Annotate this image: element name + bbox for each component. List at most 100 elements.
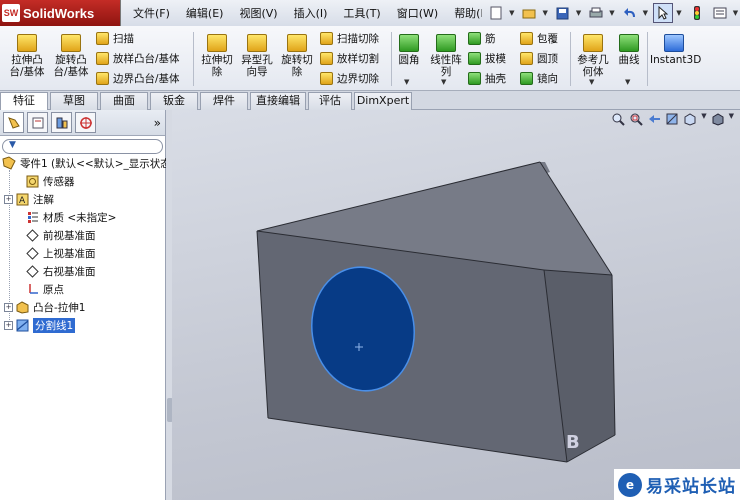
loft-icon bbox=[96, 52, 109, 65]
tab-weldments[interactable]: 焊件 bbox=[200, 92, 248, 110]
revolve-cut-label: 旋转切 除 bbox=[281, 54, 313, 78]
tab-evaluate[interactable]: 评估 bbox=[308, 92, 352, 110]
chevron-down-icon[interactable]: ▼ bbox=[733, 9, 740, 17]
boundary-boss-button[interactable]: 边界凸台/基体 bbox=[96, 71, 180, 86]
linear-pattern-icon bbox=[436, 34, 456, 52]
expand-icon[interactable]: + bbox=[4, 194, 13, 204]
curves-button[interactable]: 曲线 bbox=[614, 34, 644, 66]
tree-item-split-line[interactable]: + 分割线1 bbox=[0, 316, 166, 334]
wrap-button[interactable]: 包覆 bbox=[520, 31, 558, 46]
new-document-icon[interactable] bbox=[486, 3, 506, 23]
tab-dimxpert[interactable]: DimXpert bbox=[354, 92, 412, 110]
chevron-down-icon[interactable]: ▼ bbox=[589, 78, 594, 86]
menu-view[interactable]: 视图(V) bbox=[231, 5, 285, 21]
draft-button[interactable]: 拔模 bbox=[468, 51, 506, 66]
dimxpert-manager-icon[interactable] bbox=[75, 112, 96, 133]
chevron-down-icon[interactable]: ▼ bbox=[643, 9, 650, 17]
extrude-feature-icon bbox=[15, 300, 29, 314]
curves-icon bbox=[619, 34, 639, 52]
menu-tools[interactable]: 工具(T) bbox=[335, 5, 388, 21]
chevron-down-icon[interactable]: ▼ bbox=[609, 9, 616, 17]
extrude-cut-button[interactable]: 拉伸切 除 bbox=[197, 34, 237, 78]
tree-item-label: 注解 bbox=[33, 193, 54, 206]
model-3d-block[interactable] bbox=[172, 110, 740, 500]
extrude-boss-button[interactable]: 拉伸凸 台/基体 bbox=[6, 34, 48, 78]
expand-icon[interactable]: + bbox=[4, 320, 13, 330]
revolve-boss-button[interactable]: 旋转凸 台/基体 bbox=[50, 34, 92, 78]
instant3d-icon bbox=[664, 34, 684, 52]
tree-root-label: 零件1 (默认<<默认>_显示状态 bbox=[20, 157, 171, 170]
rib-button[interactable]: 筋 bbox=[468, 31, 496, 46]
reference-geometry-button[interactable]: 参考几 何体 bbox=[573, 34, 613, 78]
linear-pattern-button[interactable]: 线性阵 列 bbox=[426, 34, 466, 78]
app-logo[interactable]: SW SolidWorks bbox=[2, 2, 94, 24]
shell-button[interactable]: 抽壳 bbox=[468, 71, 506, 86]
chevron-down-icon[interactable]: ▼ bbox=[542, 9, 549, 17]
mirror-button[interactable]: 镜向 bbox=[520, 71, 558, 86]
wrap-icon bbox=[520, 32, 533, 45]
tree-item-top-plane[interactable]: 上视基准面 bbox=[0, 244, 166, 262]
open-folder-icon[interactable] bbox=[519, 3, 539, 23]
tab-sketch[interactable]: 草图 bbox=[50, 92, 98, 110]
tree-filter-input[interactable]: ▼ bbox=[2, 139, 163, 154]
revolve-boss-label: 旋转凸 台/基体 bbox=[53, 54, 89, 78]
expand-icon[interactable]: + bbox=[4, 302, 13, 312]
watermark-logo-icon: e bbox=[618, 472, 642, 497]
boundary-cut-icon bbox=[320, 72, 333, 85]
tree-item-annotations[interactable]: + A 注解 bbox=[0, 190, 166, 208]
tab-direct-edit[interactable]: 直接编辑 bbox=[250, 92, 306, 110]
fillet-button[interactable]: 圆角 bbox=[394, 34, 424, 66]
menu-window[interactable]: 窗口(W) bbox=[389, 5, 446, 21]
loft-button[interactable]: 放样凸台/基体 bbox=[96, 51, 180, 66]
chevron-down-icon[interactable]: ▼ bbox=[576, 9, 583, 17]
tab-surfaces[interactable]: 曲面 bbox=[100, 92, 148, 110]
hole-wizard-button[interactable]: 异型孔 向导 bbox=[237, 34, 277, 78]
loft-cut-label: 放样切割 bbox=[337, 53, 379, 65]
overlay-watermark-glyph: B bbox=[566, 432, 580, 453]
property-manager-icon[interactable] bbox=[27, 112, 48, 133]
tree-item-label: 上视基准面 bbox=[43, 247, 96, 260]
save-icon[interactable] bbox=[553, 3, 573, 23]
chevron-down-icon[interactable]: ▼ bbox=[441, 78, 446, 86]
dome-button[interactable]: 圆顶 bbox=[520, 51, 558, 66]
print-icon[interactable] bbox=[586, 3, 606, 23]
rebuild-icon[interactable] bbox=[687, 3, 707, 23]
shell-icon bbox=[468, 72, 481, 85]
revolve-cut-button[interactable]: 旋转切 除 bbox=[277, 34, 317, 78]
menu-file[interactable]: 文件(F) bbox=[125, 5, 178, 21]
hole-wizard-label: 异型孔 向导 bbox=[241, 54, 273, 78]
chevron-right-icon[interactable]: » bbox=[154, 116, 161, 130]
tree-item-sensors[interactable]: 传感器 bbox=[0, 172, 166, 190]
configuration-manager-icon[interactable] bbox=[51, 112, 72, 133]
select-arrow-icon[interactable] bbox=[652, 3, 674, 23]
tree-item-front-plane[interactable]: 前视基准面 bbox=[0, 226, 166, 244]
sweep-cut-button[interactable]: 扫描切除 bbox=[320, 31, 379, 46]
tree-item-boss-extrude[interactable]: + 凸台-拉伸1 bbox=[0, 298, 166, 316]
graphics-viewport[interactable]: ▼ ▼ bbox=[172, 110, 740, 500]
chevron-down-icon[interactable]: ▼ bbox=[509, 9, 516, 17]
chevron-down-icon[interactable]: ▼ bbox=[676, 9, 683, 17]
split-line-icon bbox=[15, 318, 29, 332]
tab-sheet-metal[interactable]: 钣金 bbox=[150, 92, 198, 110]
tree-root-part[interactable]: 零件1 (默认<<默认>_显示状态 bbox=[0, 154, 171, 172]
feature-manager-icon[interactable] bbox=[3, 112, 24, 133]
extrude-boss-icon bbox=[17, 34, 37, 52]
tree-item-material[interactable]: 材质 <未指定> bbox=[0, 208, 166, 226]
tree-item-right-plane[interactable]: 右视基准面 bbox=[0, 262, 166, 280]
options-icon[interactable] bbox=[710, 3, 730, 23]
tree-item-origin[interactable]: 原点 bbox=[0, 280, 166, 298]
chevron-down-icon[interactable]: ▼ bbox=[404, 78, 409, 86]
menu-edit[interactable]: 编辑(E) bbox=[178, 5, 232, 21]
instant3d-button[interactable]: Instant3D bbox=[650, 34, 701, 66]
loft-cut-button[interactable]: 放样切割 bbox=[320, 51, 379, 66]
plane-icon bbox=[25, 264, 39, 278]
boundary-cut-button[interactable]: 边界切除 bbox=[320, 71, 379, 86]
tree-item-label: 传感器 bbox=[43, 175, 75, 188]
chevron-down-icon[interactable]: ▼ bbox=[625, 78, 630, 86]
sweep-button[interactable]: 扫描 bbox=[96, 31, 134, 46]
undo-icon[interactable] bbox=[620, 3, 640, 23]
dome-label: 圆顶 bbox=[537, 53, 558, 65]
watermark-text: 易采站长站 bbox=[646, 477, 736, 497]
menu-insert[interactable]: 插入(I) bbox=[286, 5, 336, 21]
tab-features[interactable]: 特征 bbox=[0, 92, 48, 111]
